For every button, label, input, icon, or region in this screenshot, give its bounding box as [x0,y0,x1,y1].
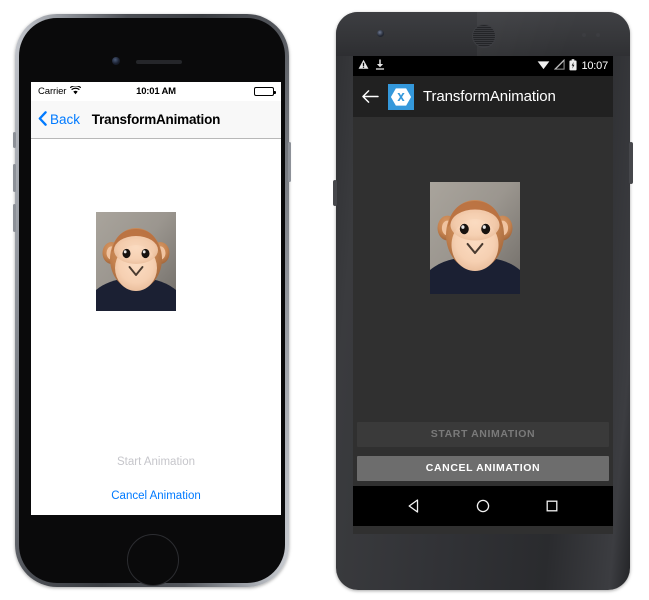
nav-home-circle-icon[interactable] [475,498,491,514]
ios-back-label: Back [50,112,81,127]
ios-carrier-label: Carrier [38,86,67,97]
chevron-left-icon [38,110,47,129]
ios-status-left-group: Carrier [38,84,82,98]
earpiece-speaker [136,60,182,64]
iphone-volume-up-button[interactable] [13,164,16,192]
android-device-frame: 10:07 TransformAnimation START ANIMATION… [333,12,633,590]
monkey-image [430,182,520,294]
ios-screen: Carrier 10:01 AM Back TransformAnimation… [31,82,281,515]
battery-charging-icon [569,58,578,74]
iphone-home-button[interactable] [127,534,179,586]
nav-recents-square-icon[interactable] [544,498,560,514]
cancel-animation-button[interactable]: CANCEL ANIMATION [357,456,609,481]
ios-button-group: Start Animation Cancel Animation [31,456,281,502]
cancel-animation-button[interactable]: Cancel Animation [31,490,281,502]
iphone-bezel: Carrier 10:01 AM Back TransformAnimation… [19,18,285,586]
warning-triangle-icon [358,59,369,73]
page-title: TransformAnimation [423,88,556,105]
iphone-volume-down-button[interactable] [13,204,16,232]
ios-button-spacer [31,468,281,490]
nav-back-triangle-icon[interactable] [406,498,422,514]
front-camera-icon [112,57,120,65]
monkey-image [96,212,176,311]
ios-status-right-group [254,87,276,96]
android-status-right-group: 10:07 [537,58,608,74]
iphone-silent-switch[interactable] [13,132,16,148]
android-volume-button[interactable] [629,142,633,184]
android-navigation-bar [353,486,613,526]
earpiece-speaker [472,24,496,48]
iphone-device-frame: Carrier 10:01 AM Back TransformAnimation… [13,14,291,587]
android-status-left-group [358,59,385,73]
android-status-bar: 10:07 [353,56,613,76]
wifi-icon [537,59,550,73]
android-button-group: START ANIMATION CANCEL ANIMATION [353,422,613,481]
android-status-time: 10:07 [581,60,608,72]
android-power-button[interactable] [333,180,337,206]
android-button-spacer [357,447,609,456]
android-screen: 10:07 TransformAnimation START ANIMATION… [353,56,613,534]
bezel-sheen [477,12,630,56]
start-animation-button[interactable]: START ANIMATION [357,422,609,447]
proximity-sensor-icon [582,33,586,37]
download-arrow-icon [375,59,385,73]
ios-content-area: Start Animation Cancel Animation [31,139,281,515]
battery-full-icon [254,87,276,96]
start-animation-button[interactable]: Start Animation [31,456,281,468]
ios-status-bar: Carrier 10:01 AM [31,82,281,101]
android-back-button[interactable] [361,89,379,104]
monkey-photo-icon [430,182,520,294]
ios-navigation-bar: Back TransformAnimation [31,101,281,139]
android-content-area: START ANIMATION CANCEL ANIMATION [353,117,613,486]
arrow-left-icon [362,90,379,103]
android-top-bezel [336,12,630,56]
ios-back-button[interactable]: Back [38,110,81,129]
no-signal-icon [554,58,566,73]
wifi-icon [70,84,82,98]
android-app-bar: TransformAnimation [353,76,613,117]
front-camera-icon [377,30,384,37]
xamarin-hexagon-logo [388,83,414,110]
monkey-photo-icon [96,212,176,311]
light-sensor-icon [596,33,600,37]
iphone-power-button[interactable] [288,142,291,182]
